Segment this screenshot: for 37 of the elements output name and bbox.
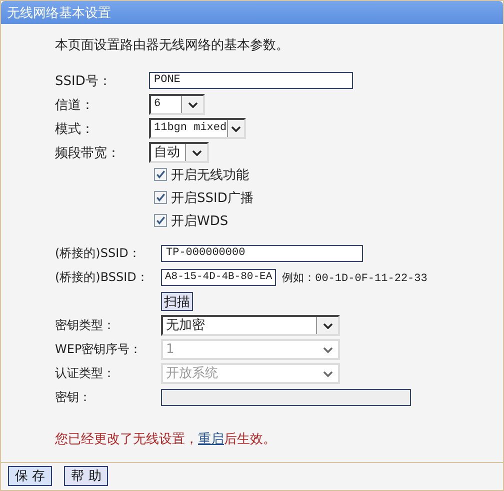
checkbox[interactable] <box>154 191 167 204</box>
field-label: 频段带宽： <box>55 144 121 162</box>
scan-button[interactable]: 扫描 <box>161 292 193 311</box>
caret-icon <box>188 102 198 108</box>
intro-text: 本页面设置路由器无线网络的基本参数。 <box>55 37 290 54</box>
notice-text: 您已经更改了无线设置，重启后生效。 <box>55 431 277 448</box>
checkbox-label: 开启无线功能 <box>171 166 249 184</box>
field-label: 密钥类型： <box>55 317 116 334</box>
input-field[interactable]: A8-15-4D-4B-80-EA <box>161 269 276 286</box>
checkbox-label: 开启WDS <box>171 212 228 230</box>
caret-icon <box>230 126 241 132</box>
caret-icon <box>192 150 202 156</box>
caret-icon <box>322 322 332 328</box>
action-button[interactable]: 保 存 <box>8 466 52 486</box>
window-title: 无线网络基本设置 <box>7 4 111 22</box>
restart-link[interactable]: 重启 <box>198 432 224 447</box>
checkbox[interactable] <box>154 168 167 181</box>
select-field[interactable]: 无加密 <box>161 315 340 336</box>
field-label: SSID号： <box>55 72 112 90</box>
select-field[interactable]: 11bgn mixed <box>149 118 246 139</box>
caret-icon <box>322 370 332 376</box>
field-label: 信道： <box>55 96 95 114</box>
field-label: (桥接的)SSID： <box>55 245 142 262</box>
field-label: WEP密钥序号： <box>55 341 143 358</box>
select-field[interactable]: 自动 <box>149 142 209 163</box>
input-field[interactable]: TP-000000000 <box>161 245 363 262</box>
checkbox-label: 开启SSID广播 <box>171 190 254 206</box>
select-field[interactable]: 6 <box>149 94 205 115</box>
caret-icon <box>322 346 332 352</box>
action-button[interactable]: 帮 助 <box>64 466 108 486</box>
checkbox[interactable] <box>154 214 167 227</box>
field-label: 认证类型： <box>55 365 116 382</box>
field-label: (桥接的)BSSID： <box>55 269 150 286</box>
hint-text: 例如：00-1D-0F-11-22-33 <box>282 271 428 285</box>
field-label: 模式： <box>55 120 95 138</box>
input-field[interactable]: PONE <box>149 72 353 89</box>
field-label: 密钥： <box>55 389 92 406</box>
